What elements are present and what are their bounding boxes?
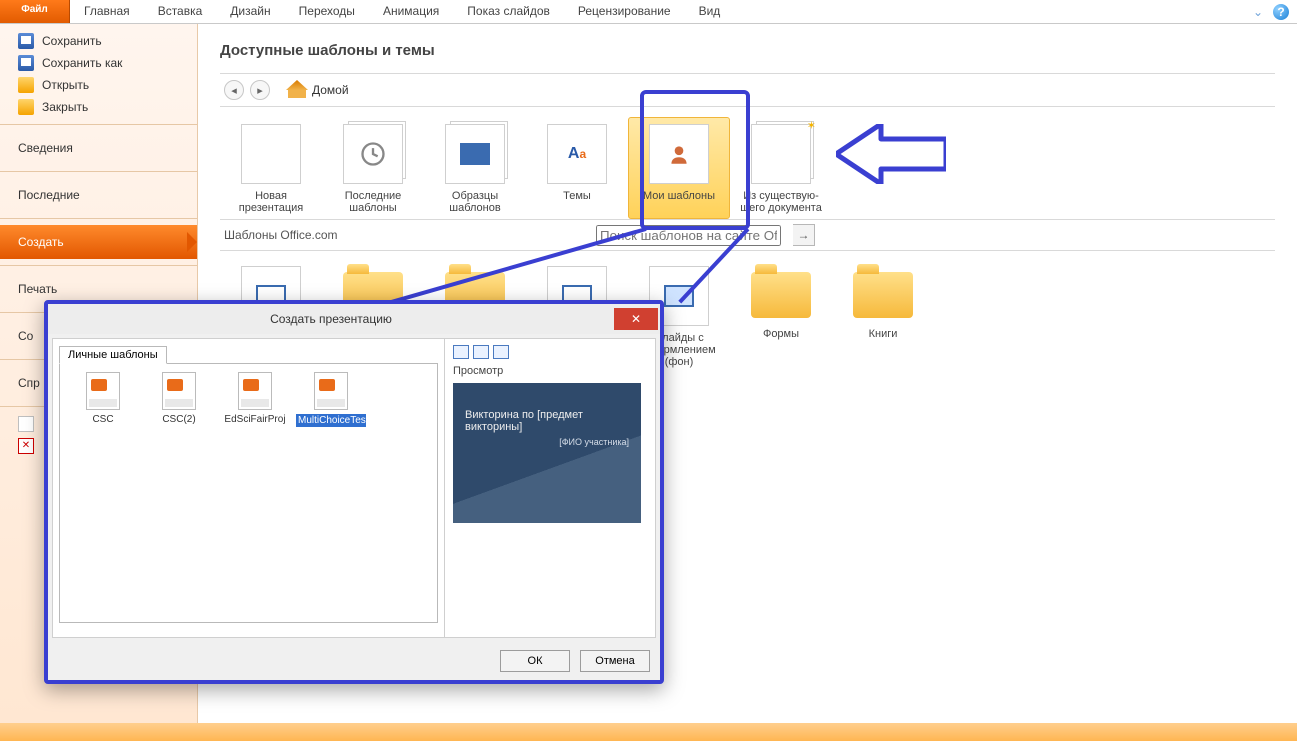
dialog-titlebar[interactable]: Создать презентацию ✕	[48, 304, 660, 334]
file-label: CSC(2)	[144, 414, 214, 425]
status-bar	[0, 723, 1297, 741]
home-icon[interactable]	[288, 82, 306, 98]
themes-thumb-icon: Aa	[547, 124, 607, 184]
view-details-icon[interactable]	[493, 345, 509, 359]
close-icon	[18, 99, 34, 115]
ok-button[interactable]: ОК	[500, 650, 570, 672]
tpl-label: Новая презентация	[239, 190, 304, 214]
side-close[interactable]: Закрыть	[0, 96, 197, 118]
open-icon	[18, 77, 34, 93]
dialog-right-pane: Просмотр Викторина по [предмет викторины…	[445, 339, 655, 637]
tpl-label: Из существую-щего документа	[740, 190, 822, 214]
dialog-tab-personal[interactable]: Личные шаблоны	[59, 346, 167, 364]
content-heading: Доступные шаблоны и темы	[220, 42, 1275, 59]
cat-forms[interactable]: Формы	[730, 259, 832, 373]
view-switcher	[453, 345, 647, 359]
cancel-button[interactable]: Отмена	[580, 650, 650, 672]
file-csc[interactable]: CSC	[68, 372, 138, 425]
tab-transitions[interactable]: Переходы	[285, 0, 369, 23]
tpl-recent-templates[interactable]: Последние шаблоны	[322, 117, 424, 219]
tpl-label: Книги	[869, 328, 898, 340]
save-icon	[18, 33, 34, 49]
tab-file[interactable]: Файл	[0, 0, 70, 23]
folder-icon	[751, 272, 811, 318]
file-label: CSC	[68, 414, 138, 425]
side-info[interactable]: Сведения	[0, 131, 197, 165]
ribbon-collapse-icon[interactable]: ⌄	[1253, 5, 1263, 19]
side-saveas-label: Сохранить как	[42, 56, 122, 70]
options-icon	[18, 416, 34, 432]
ribbon: Файл Главная Вставка Дизайн Переходы Ани…	[0, 0, 1297, 24]
recent-thumb-icon	[343, 124, 403, 184]
file-label: MultiChoiceTest	[296, 414, 366, 427]
existing-thumb-icon: ✶	[751, 124, 811, 184]
sample-thumb-icon	[445, 124, 505, 184]
side-new[interactable]: Создать	[0, 225, 197, 259]
cat-books[interactable]: Книги	[832, 259, 934, 373]
dialog-tabs: Личные шаблоны	[59, 345, 438, 363]
preview-title: Викторина по [предмет викторины]	[465, 409, 583, 433]
side-new-label: Создать	[18, 235, 64, 249]
tab-insert[interactable]: Вставка	[144, 0, 217, 23]
dialog-title: Создать презентацию	[48, 312, 614, 326]
side-open[interactable]: Открыть	[0, 74, 197, 96]
new-presentation-dialog: Создать презентацию ✕ Личные шаблоны CSC…	[44, 300, 664, 684]
side-help-label: Спр	[18, 376, 40, 390]
template-list: CSC CSC(2) EdSciFairProj MultiChoiceTest	[59, 363, 438, 623]
powerpoint-file-icon	[314, 372, 348, 410]
file-label: EdSciFairProj	[220, 414, 290, 425]
template-preview: Викторина по [предмет викторины] [ФИО уч…	[453, 383, 641, 523]
dialog-close-button[interactable]: ✕	[614, 308, 658, 330]
view-large-icon[interactable]	[453, 345, 469, 359]
side-save[interactable]: Сохранить	[0, 30, 197, 52]
tpl-label: Темы	[563, 190, 591, 202]
side-close-label: Закрыть	[42, 100, 88, 114]
tab-slideshow[interactable]: Показ слайдов	[453, 0, 564, 23]
preview-label: Просмотр	[453, 365, 647, 377]
tab-view[interactable]: Вид	[685, 0, 735, 23]
window-controls: ⌄ ?	[1253, 0, 1297, 23]
annotation-arrow	[836, 124, 946, 184]
annotation-highlight	[640, 90, 750, 230]
view-list-icon[interactable]	[473, 345, 489, 359]
powerpoint-file-icon	[162, 372, 196, 410]
powerpoint-file-icon	[86, 372, 120, 410]
dialog-footer: ОК Отмена	[48, 642, 660, 680]
tpl-label: Формы	[763, 328, 799, 340]
tab-design[interactable]: Дизайн	[216, 0, 284, 23]
tab-home[interactable]: Главная	[70, 0, 144, 23]
tpl-new-presentation[interactable]: Новая презентация	[220, 117, 322, 219]
tpl-label: Последние шаблоны	[345, 190, 402, 214]
tpl-sample-templates[interactable]: Образцы шаблонов	[424, 117, 526, 219]
office-label: Шаблоны Office.com	[224, 228, 584, 242]
preview-subtitle: [ФИО участника]	[465, 437, 629, 447]
side-info-label: Сведения	[18, 141, 73, 155]
tpl-themes[interactable]: Aa Темы	[526, 117, 628, 219]
nav-fwd[interactable]: ▸	[250, 80, 270, 100]
folder-icon	[853, 272, 913, 318]
help-icon[interactable]: ?	[1273, 4, 1289, 20]
side-recent-label: Последние	[18, 188, 80, 202]
file-multichoice[interactable]: MultiChoiceTest	[296, 372, 366, 427]
tab-review[interactable]: Рецензирование	[564, 0, 685, 23]
search-go-button[interactable]: →	[793, 224, 815, 246]
tpl-label: Образцы шаблонов	[449, 190, 500, 214]
nav-back[interactable]: ◂	[224, 80, 244, 100]
side-share-label: Со	[18, 329, 33, 343]
save-as-icon	[18, 55, 34, 71]
side-print-label: Печать	[18, 282, 57, 296]
powerpoint-file-icon	[238, 372, 272, 410]
side-save-label: Сохранить	[42, 34, 102, 48]
dialog-left-pane: Личные шаблоны CSC CSC(2) EdSciFairProj …	[53, 339, 445, 637]
side-save-as[interactable]: Сохранить как	[0, 52, 197, 74]
side-recent[interactable]: Последние	[0, 178, 197, 212]
file-edsci[interactable]: EdSciFairProj	[220, 372, 290, 425]
dialog-body: Личные шаблоны CSC CSC(2) EdSciFairProj …	[52, 338, 656, 638]
file-csc2[interactable]: CSC(2)	[144, 372, 214, 425]
tab-animation[interactable]: Анимация	[369, 0, 453, 23]
blank-thumb-icon	[241, 124, 301, 184]
side-open-label: Открыть	[42, 78, 89, 92]
breadcrumb-home[interactable]: Домой	[312, 83, 349, 97]
exit-icon: ✕	[18, 438, 34, 454]
